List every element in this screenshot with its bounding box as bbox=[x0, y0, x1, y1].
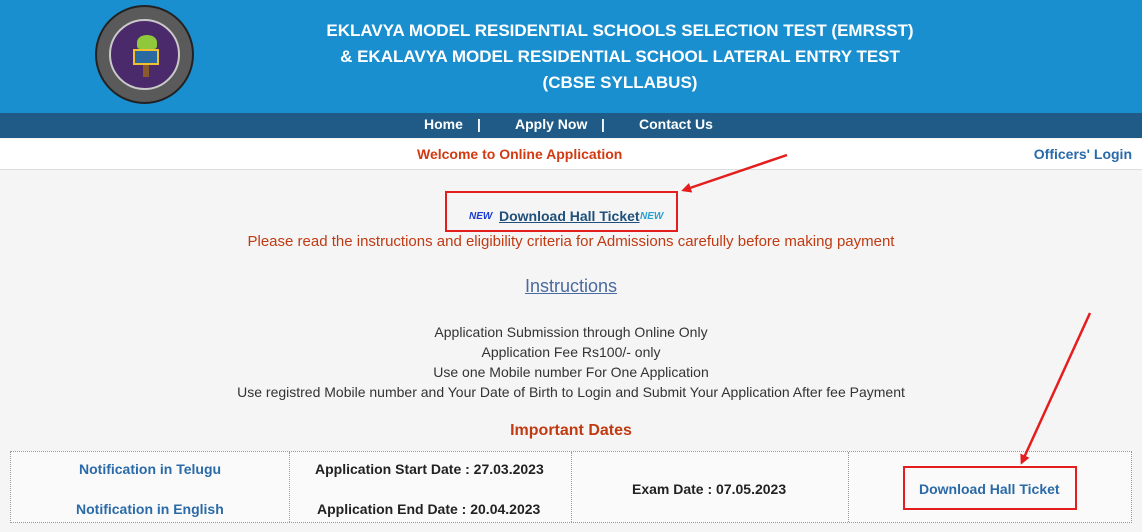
annotation-arrows bbox=[681, 153, 1092, 465]
arrow-to-bottom-hall-ticket bbox=[1020, 312, 1092, 465]
arrow-to-top-hall-ticket bbox=[681, 153, 788, 193]
